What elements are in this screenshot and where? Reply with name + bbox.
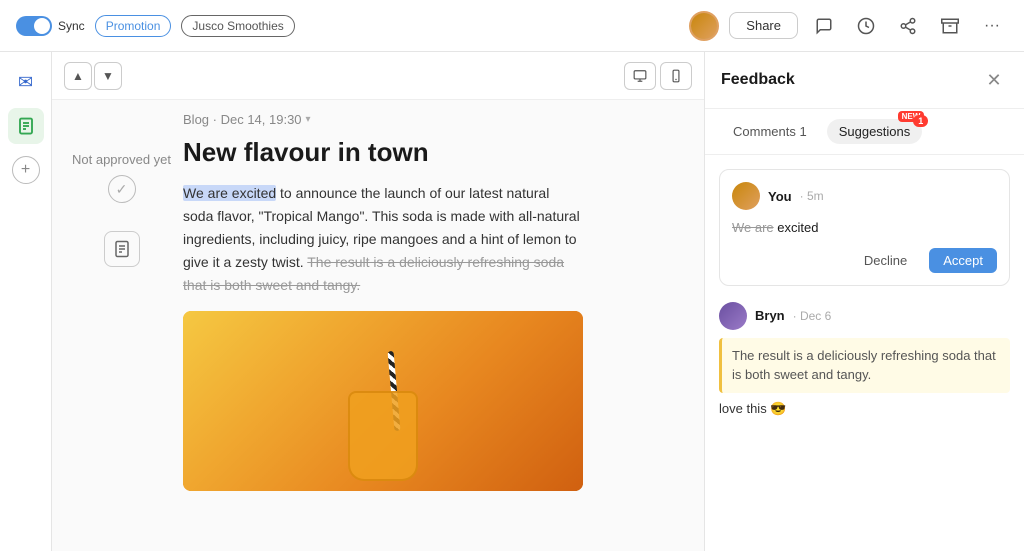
blog-meta-text: Blog · Dec 14, 19:30 — [183, 112, 302, 127]
avatar-image — [691, 12, 717, 40]
suggestion-card-1: You · 5m We are excited Decline Accept — [719, 169, 1010, 286]
tag-jusco[interactable]: Jusco Smoothies — [181, 15, 294, 37]
chat-icon[interactable] — [808, 10, 840, 42]
sync-toggle[interactable]: Sync — [16, 16, 85, 36]
left-sidebar: ✉ + — [0, 52, 52, 551]
tab-comments[interactable]: Comments 1 — [721, 119, 819, 144]
share-button[interactable]: Share — [729, 12, 798, 39]
inserted-text: excited — [774, 220, 819, 235]
archive-icon[interactable] — [934, 10, 966, 42]
approval-column: Not approved yet ✓ — [72, 112, 171, 539]
suggestion-1-body: We are excited — [732, 218, 997, 238]
user-avatar[interactable] — [689, 11, 719, 41]
accept-button[interactable]: Accept — [929, 248, 997, 273]
comment-1-header: Bryn · Dec 6 — [719, 302, 1010, 330]
sidebar-mail-icon[interactable]: ✉ — [8, 64, 44, 100]
feedback-title: Feedback — [721, 71, 980, 89]
share-alt-icon[interactable] — [892, 10, 924, 42]
suggestion-1-header: You · 5m — [732, 182, 997, 210]
decline-button[interactable]: Decline — [850, 248, 921, 273]
view-toggle — [624, 62, 692, 90]
image-placeholder — [183, 311, 583, 491]
tab-comments-count: 1 — [799, 124, 806, 139]
deleted-text: We are — [732, 220, 774, 235]
suggestion-1-avatar — [732, 182, 760, 210]
toggle-knob — [34, 18, 50, 34]
main-layout: ✉ + ▲ ▼ Not — [0, 52, 1024, 551]
suggestion-1-user: You — [768, 189, 792, 204]
arrow-down-button[interactable]: ▼ — [94, 62, 122, 90]
tag-promotion[interactable]: Promotion — [95, 15, 172, 37]
meta-chevron-icon: ▾ — [306, 114, 311, 125]
history-icon[interactable] — [850, 10, 882, 42]
feedback-panel: Feedback ✕ Comments 1 NEW Suggestions 1 … — [704, 52, 1024, 551]
mobile-view-button[interactable] — [660, 62, 692, 90]
more-icon[interactable]: ··· — [976, 10, 1008, 42]
blog-wrapper: Not approved yet ✓ Blog · Dec 14, 19:30 … — [52, 100, 704, 551]
feedback-body: You · 5m We are excited Decline Accept B… — [705, 155, 1024, 551]
blog-title: New flavour in town — [183, 137, 583, 168]
topbar: Sync Promotion Jusco Smoothies Share ··· — [0, 0, 1024, 52]
suggestion-1-actions: Decline Accept — [732, 248, 997, 273]
close-feedback-button[interactable]: ✕ — [980, 66, 1008, 94]
blog-body: We are excited to announce the launch of… — [183, 182, 583, 297]
content-toolbar: ▲ ▼ — [52, 52, 704, 100]
tab-suggestions[interactable]: NEW Suggestions 1 — [827, 119, 923, 144]
desktop-view-button[interactable] — [624, 62, 656, 90]
blog-image — [183, 311, 583, 491]
toggle-switch[interactable] — [16, 16, 52, 36]
sidebar-add-button[interactable]: + — [12, 156, 40, 184]
comment-1-text: love this 😎 — [719, 401, 1010, 417]
highlighted-text: We are excited — [183, 185, 276, 201]
tab-suggestions-badge: 1 — [913, 115, 928, 127]
suggestion-1-time: · 5m — [800, 189, 824, 203]
nav-arrows: ▲ ▼ — [64, 62, 122, 90]
arrow-up-button[interactable]: ▲ — [64, 62, 92, 90]
feedback-tabs: Comments 1 NEW Suggestions 1 — [705, 109, 1024, 155]
glass-decoration — [348, 391, 418, 481]
approve-check-button[interactable]: ✓ — [108, 175, 136, 203]
comment-1-time: · Dec 6 — [793, 309, 832, 323]
feedback-header: Feedback ✕ — [705, 52, 1024, 109]
comment-1-user: Bryn — [755, 308, 785, 323]
comment-card-1: Bryn · Dec 6 The result is a deliciously… — [719, 300, 1010, 419]
comment-1-quoted: The result is a deliciously refreshing s… — [719, 338, 1010, 393]
blog-content: Blog · Dec 14, 19:30 ▾ New flavour in to… — [183, 112, 583, 539]
doc-float-icon[interactable] — [104, 231, 140, 267]
content-area: ▲ ▼ Not approved yet ✓ — [52, 52, 704, 551]
comment-1-avatar — [719, 302, 747, 330]
sync-label: Sync — [58, 19, 85, 33]
blog-meta: Blog · Dec 14, 19:30 ▾ — [183, 112, 583, 127]
sidebar-doc-icon[interactable] — [8, 108, 44, 144]
not-approved-text: Not approved yet — [72, 152, 171, 167]
